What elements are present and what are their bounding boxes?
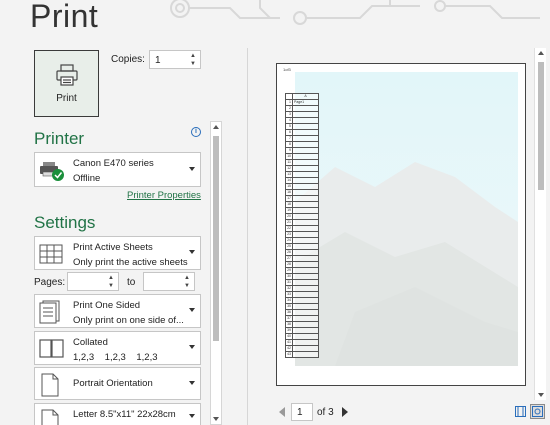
pages-label: Pages: [34,277,66,288]
collation-subtitle: 1,2,3 1,2,3 1,2,3 [73,352,158,363]
scroll-down-icon[interactable] [213,417,219,421]
pages-from-down-icon[interactable]: ▼ [107,283,115,289]
chevron-down-icon [189,380,195,385]
print-button-label: Print [56,93,77,104]
grid-cell [292,351,319,358]
printer-properties-link[interactable]: Printer Properties [127,190,201,201]
print-backstage: Print Print Copies: 1 ▲ ▼ Printer i Cano… [0,0,550,425]
paper-size-title: Letter 8.5"x11" 22x28cm [73,409,176,420]
collated-icon [39,339,64,358]
chevron-down-icon [189,414,195,418]
copies-up-icon[interactable]: ▲ [189,53,197,59]
show-margins-button[interactable] [513,404,528,419]
panel-divider [247,48,248,425]
next-page-button[interactable] [342,407,348,417]
letter-icon [41,409,59,425]
pages-to-input[interactable]: ▲ ▼ [143,272,195,291]
preview-sheet-grid: A 1 Page1 2 3 4 5 6 7 8 9 10 11 12 13 14 15 16 17 18 19 20 21 2… [285,93,319,358]
printer-status: Offline [73,173,101,184]
pages-from-up-icon[interactable]: ▲ [107,275,115,281]
grid-row: 43 [285,351,319,358]
total-pages-label: of 3 [317,407,334,418]
info-icon[interactable]: i [191,127,201,137]
zoom-to-page-icon [532,406,543,417]
page-background-image [295,72,518,366]
printer-section-title: Printer [34,129,85,148]
print-scope-subtitle: Only print the active sheets [73,257,188,268]
orientation-dropdown[interactable]: Portrait Orientation [34,367,201,400]
zoom-to-page-button[interactable] [530,404,545,419]
chevron-down-icon [189,166,195,171]
collation-title: Collated [73,337,108,348]
orientation-title: Portrait Orientation [73,378,153,389]
print-scope-dropdown[interactable]: Print Active Sheets Only print the activ… [34,236,201,270]
sides-subtitle: Only print on one side of... [73,315,184,326]
preview-scrollbar[interactable] [534,48,546,400]
copies-down-icon[interactable]: ▼ [189,61,197,67]
settings-scrollbar[interactable] [210,121,222,425]
page-title: Print [30,0,99,34]
chevron-down-icon [189,345,195,349]
printer-name: Canon E470 series [73,158,154,169]
chevron-down-icon [189,308,195,312]
copies-stepper[interactable]: 1 ▲ ▼ [149,50,201,69]
scroll-up-icon[interactable] [538,51,544,55]
chevron-down-icon [189,250,195,254]
show-margins-icon [515,406,526,417]
preview-page-header: 1of3 [283,67,291,72]
sides-title: Print One Sided [73,300,141,311]
collation-dropdown[interactable]: Collated 1,2,3 1,2,3 1,2,3 [34,331,201,365]
current-page-input[interactable]: 1 [291,403,313,421]
previous-page-button[interactable] [279,407,285,417]
printer-status-icon [40,162,64,181]
row-number: 43 [285,351,293,358]
sides-dropdown[interactable]: Print One Sided Only print on one side o… [34,294,201,328]
pages-to-down-icon[interactable]: ▼ [183,283,191,289]
paper-size-dropdown[interactable]: Letter 8.5"x11" 22x28cm [34,403,201,425]
sheets-icon [39,244,63,264]
copies-value: 1 [155,55,161,66]
printer-icon [55,64,78,86]
portrait-icon [41,373,59,397]
scroll-up-icon[interactable] [213,125,219,129]
settings-scrollbar-thumb[interactable] [213,136,219,341]
printer-dropdown[interactable]: Canon E470 series Offline [34,152,201,187]
copies-label: Copies: [111,54,145,65]
preview-page: 1of3 A 1 Page1 2 3 4 5 6 7 8 9 10 11 12 13 14 15 16 17 18 19… [276,63,526,386]
pages-to-label: to [127,277,136,288]
one-sided-icon [39,300,60,324]
scroll-down-icon[interactable] [538,393,544,397]
print-scope-title: Print Active Sheets [73,242,153,253]
print-button[interactable]: Print [34,50,99,117]
pages-to-up-icon[interactable]: ▲ [183,275,191,281]
pages-from-input[interactable]: ▲ ▼ [67,272,119,291]
settings-section-title: Settings [34,213,96,232]
preview-scrollbar-thumb[interactable] [538,62,544,190]
decorative-circuit-pattern [170,0,540,25]
